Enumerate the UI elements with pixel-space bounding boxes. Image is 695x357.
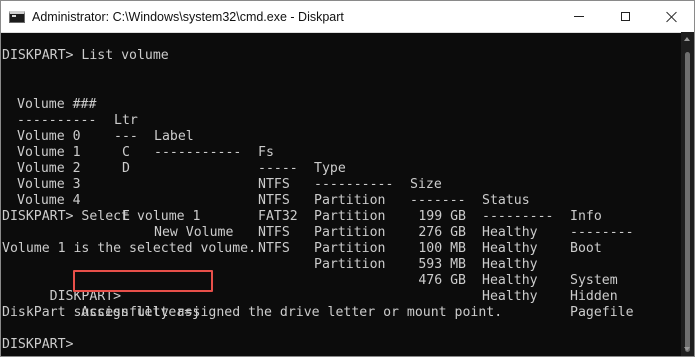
table-row: Volume 4 E New Volume NTFS Partition 476… xyxy=(2,177,634,320)
maximize-button[interactable] xyxy=(602,1,648,32)
command-list-volume: DISKPART> List volume xyxy=(2,48,169,63)
header-status: Status xyxy=(482,193,530,208)
cell-type: Partition xyxy=(314,257,386,272)
cell-status: Healthy xyxy=(482,241,538,256)
cell-fs: NTFS xyxy=(258,225,290,240)
cell-status: Healthy xyxy=(482,289,538,304)
cell-ltr: D xyxy=(122,161,130,176)
final-prompt: DISKPART> xyxy=(2,337,74,352)
assign-result-message: DiskPart successfully assigned the drive… xyxy=(2,305,503,320)
cell-info: Hidden xyxy=(570,289,618,304)
highlight-box xyxy=(73,270,213,292)
cell-fs: NTFS xyxy=(258,241,290,256)
cell-type: Partition xyxy=(314,241,386,256)
cell-status: Healthy xyxy=(482,273,538,288)
separator-ltr: --- xyxy=(114,129,138,144)
header-label: Label xyxy=(154,129,194,144)
cell-size: 476 GB xyxy=(418,273,466,288)
header-info: Info xyxy=(570,209,602,224)
separator-info: -------- xyxy=(570,225,634,240)
volume-table-header: Volume ### Ltr Label Fs Type Size Status… xyxy=(2,81,602,224)
maximize-icon xyxy=(620,12,630,21)
table-row: Volume 2 FAT32 Partition 100 MB Healthy … xyxy=(2,145,618,288)
separator-label: ----------- xyxy=(154,145,242,160)
close-icon xyxy=(665,11,677,23)
table-row: Volume 0 C NTFS Partition 199 GB Healthy… xyxy=(2,113,602,256)
minimize-button[interactable] xyxy=(556,1,602,32)
close-button[interactable] xyxy=(648,1,694,32)
volume-table-separator: ---------- --- ----------- ----- -------… xyxy=(2,97,634,240)
scroll-down-icon[interactable] xyxy=(684,347,690,351)
cell-fs: NTFS xyxy=(258,177,290,192)
cell-size: 199 GB xyxy=(418,209,466,224)
cell-status: Healthy xyxy=(482,225,538,240)
cell-ltr: C xyxy=(122,145,130,160)
header-ltr: Ltr xyxy=(114,113,138,128)
cell-label: New Volume xyxy=(154,225,234,240)
cell-size: 276 GB xyxy=(418,225,466,240)
header-fs: Fs xyxy=(258,145,274,160)
header-size: Size xyxy=(410,177,442,192)
cell-status: Healthy xyxy=(482,257,538,272)
cell-type: Partition xyxy=(314,193,386,208)
scrollbar-thumb[interactable] xyxy=(685,52,690,352)
separator-status: --------- xyxy=(482,209,554,224)
table-row: Volume 1 D NTFS Partition 276 GB Healthy xyxy=(2,129,538,256)
cell-volume: Volume 4 xyxy=(17,193,81,208)
separator-type: ---------- xyxy=(314,177,394,192)
header-type: Type xyxy=(314,161,346,176)
vertical-scrollbar[interactable] xyxy=(681,32,694,356)
select-result-message: Volume 1 is the selected volume. xyxy=(2,241,257,256)
cell-size: 593 MB xyxy=(418,257,466,272)
cell-fs: NTFS xyxy=(258,193,290,208)
separator-size: ------- xyxy=(410,193,466,208)
cmd-window: Administrator: C:\Windows\system32\cmd.e… xyxy=(0,0,695,357)
cell-fs: FAT32 xyxy=(258,209,298,224)
cell-info: Boot xyxy=(570,241,602,256)
window-title: Administrator: C:\Windows\system32\cmd.e… xyxy=(32,9,344,24)
minimize-icon xyxy=(574,16,584,17)
command-select-volume: DISKPART> Select volume 1 xyxy=(2,209,201,224)
table-row: Volume 3 NTFS Partition 593 MB Healthy H… xyxy=(2,161,618,304)
scroll-up-icon[interactable] xyxy=(684,37,690,41)
cell-type: Partition xyxy=(314,209,386,224)
separator-fs: ----- xyxy=(258,161,298,176)
cell-info: Pagefile xyxy=(570,305,634,320)
console-output[interactable]: DISKPART> List volume Volume ### Ltr Lab… xyxy=(1,32,681,356)
cell-info: System xyxy=(570,273,618,288)
console-icon xyxy=(9,10,25,23)
cell-type: Partition xyxy=(314,225,386,240)
cell-size: 100 MB xyxy=(418,241,466,256)
title-bar[interactable]: Administrator: C:\Windows\system32\cmd.e… xyxy=(1,1,694,33)
window-controls xyxy=(556,1,694,32)
